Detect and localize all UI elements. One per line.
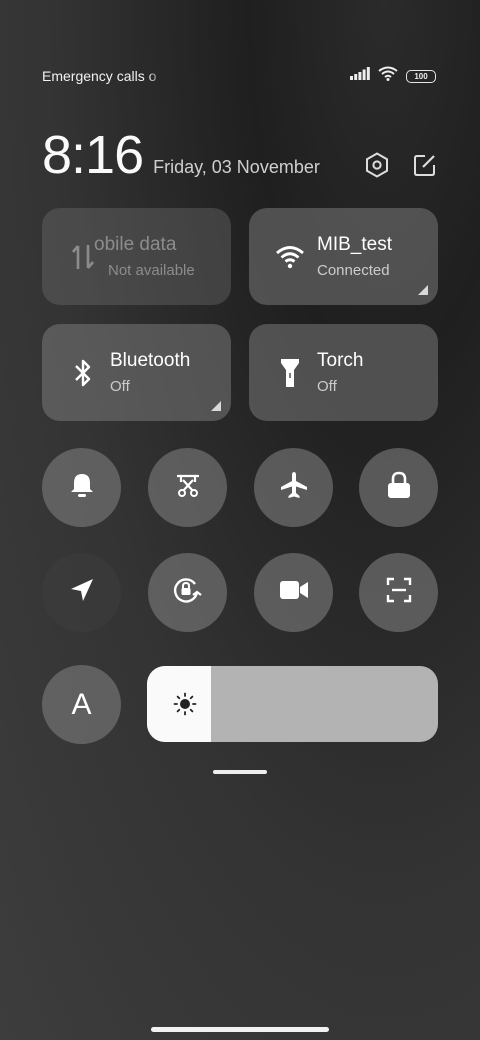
toggle-screen-recorder[interactable] [254,553,333,632]
tile-subtitle: Connected [317,262,390,279]
tile-subtitle: Off [317,378,337,395]
header: 8:16 Friday, 03 November [42,122,438,182]
wifi-icon [378,66,398,86]
tile-title: Torch [317,350,364,371]
tile-bluetooth[interactable]: Bluetooth Off [42,324,231,421]
settings-icon[interactable] [364,152,390,178]
lock-icon [386,471,412,504]
toggle-location[interactable] [42,553,121,632]
home-indicator[interactable] [151,1027,329,1032]
status-icons: 100 [350,66,436,86]
drawer-handle[interactable] [213,770,267,774]
toggle-airplane[interactable] [254,448,333,527]
edit-icon[interactable] [412,152,438,178]
clock[interactable]: 8:16 [42,128,144,182]
airplane-icon [279,470,309,505]
auto-brightness-label: A [71,687,92,721]
date[interactable]: Friday, 03 November [153,157,320,178]
location-icon [69,577,95,608]
sun-icon [173,692,197,716]
tile-subtitle: Not available [108,262,195,279]
tile-title: obile data [94,234,177,255]
bluetooth-icon [68,358,98,388]
tile-subtitle: Off [110,378,130,395]
toggle-rotation-lock[interactable] [148,553,227,632]
screenshot-icon [174,471,202,504]
status-bar: Emergency calls o 100 [42,64,436,88]
toggle-sound[interactable] [42,448,121,527]
tile-wifi[interactable]: MIB_test Connected [249,208,438,305]
tile-mobile-data[interactable]: obile data Not available [42,208,231,305]
battery-icon: 100 [406,69,436,83]
expand-corner-icon[interactable] [211,401,221,411]
brightness-slider[interactable] [147,666,438,742]
wifi-icon [275,242,305,272]
auto-brightness-button[interactable]: A [42,665,121,744]
tile-torch[interactable]: Torch Off [249,324,438,421]
signal-icon [350,67,370,85]
toggle-lock-screen[interactable] [359,448,438,527]
torch-icon [275,358,305,388]
toggle-scanner[interactable] [359,553,438,632]
tile-title: Bluetooth [110,350,191,371]
toggle-screenshot[interactable] [148,448,227,527]
scanner-icon [385,576,413,609]
expand-corner-icon[interactable] [418,285,428,295]
carrier-text: Emergency calls o [42,68,157,84]
rotation-lock-icon [172,575,204,610]
bell-icon [68,471,96,504]
tile-title: MIB_test [317,234,392,255]
video-icon [279,579,309,606]
